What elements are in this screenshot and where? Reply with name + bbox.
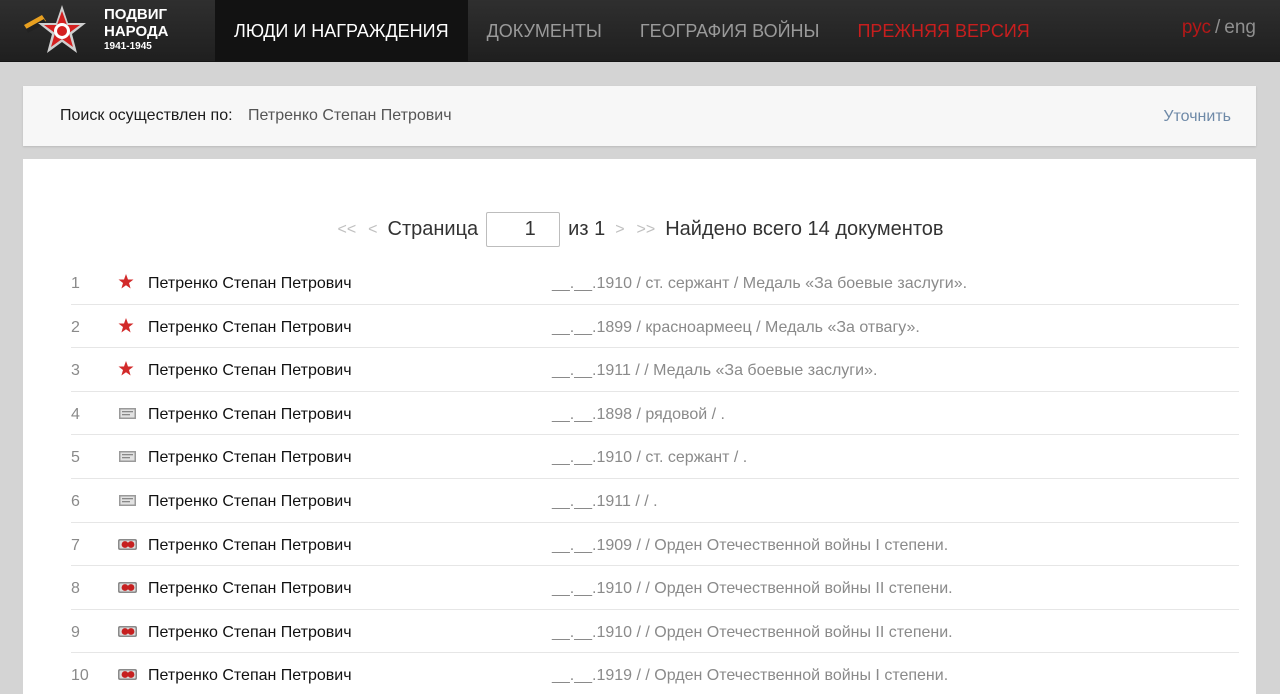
result-row[interactable]: 6 Петренко Степан Петрович __.__.1911 / … xyxy=(71,479,1239,523)
result-row[interactable]: 2 Петренко Степан Петрович __.__.1899 / … xyxy=(71,305,1239,349)
person-name[interactable]: Петренко Степан Петрович xyxy=(148,319,352,337)
row-number: 2 xyxy=(71,318,80,336)
order-icon xyxy=(117,665,139,683)
person-name[interactable]: Петренко Степан Петрович xyxy=(148,537,352,555)
document-icon xyxy=(117,404,139,422)
logo-line-2: НАРОДА xyxy=(104,23,169,40)
row-number: 4 xyxy=(71,405,80,423)
record-info: __.__.1910 / / Орден Отечественной войны… xyxy=(552,623,953,641)
refine-search-link[interactable]: Уточнить xyxy=(1163,108,1231,126)
lang-separator: / xyxy=(1215,17,1221,38)
found-count: Найдено всего 14 документов xyxy=(665,218,944,240)
record-info: __.__.1911 / / Медаль «За боевые заслуги… xyxy=(552,362,878,380)
result-row[interactable]: 3 Петренко Степан Петрович __.__.1911 / … xyxy=(71,348,1239,392)
next-page-button[interactable]: > xyxy=(615,221,624,239)
person-name[interactable]: Петренко Степан Петрович xyxy=(148,624,352,642)
record-info: __.__.1919 / / Орден Отечественной войны… xyxy=(552,667,949,685)
lang-en[interactable]: eng xyxy=(1224,17,1256,38)
star-icon xyxy=(117,360,139,378)
top-navigation-bar: ПОДВИГ НАРОДА 1941-1945 ЛЮДИ И НАГРАЖДЕН… xyxy=(0,0,1280,62)
site-logo[interactable]: ПОДВИГ НАРОДА 1941-1945 xyxy=(22,3,192,59)
row-number: 5 xyxy=(71,449,80,467)
row-number: 3 xyxy=(71,362,80,380)
last-page-button[interactable]: >> xyxy=(637,221,656,239)
first-page-button[interactable]: << xyxy=(337,221,356,239)
order-star-logo-icon xyxy=(24,5,86,53)
search-query-value: Петренко Степан Петрович xyxy=(248,107,452,124)
person-name[interactable]: Петренко Степан Петрович xyxy=(148,362,352,380)
row-number: 8 xyxy=(71,580,80,598)
results-panel: << < Страница из 1 > >> Найдено всего 14… xyxy=(23,159,1256,694)
order-icon xyxy=(117,578,139,596)
person-name[interactable]: Петренко Степан Петрович xyxy=(148,580,352,598)
star-icon xyxy=(117,273,139,291)
prev-page-button[interactable]: < xyxy=(368,221,377,239)
result-row[interactable]: 8 Петренко Степан Петрович __.__.1910 / … xyxy=(71,566,1239,610)
pagination: << < Страница из 1 > >> Найдено всего 14… xyxy=(23,212,1256,247)
record-info: __.__.1910 / ст. сержант / . xyxy=(552,449,748,467)
nav-old-version[interactable]: ПРЕЖНЯЯ ВЕРСИЯ xyxy=(838,0,1048,62)
result-row[interactable]: 7 Петренко Степан Петрович __.__.1909 / … xyxy=(71,523,1239,567)
row-number: 1 xyxy=(71,275,80,292)
row-number: 9 xyxy=(71,623,80,641)
language-switcher: рус / eng xyxy=(1182,17,1256,39)
record-info: __.__.1911 / / . xyxy=(552,492,658,510)
page-number-input[interactable] xyxy=(486,212,561,247)
logo-years: 1941-1945 xyxy=(104,41,152,52)
page-of-total: из 1 xyxy=(568,218,606,240)
logo-text: ПОДВИГ НАРОДА 1941-1945 xyxy=(104,6,168,53)
person-name[interactable]: Петренко Степан Петрович xyxy=(148,275,352,293)
result-row[interactable]: 10 Петренко Степан Петрович __.__.1919 /… xyxy=(71,653,1239,694)
lang-ru[interactable]: рус xyxy=(1182,17,1211,38)
record-info: __.__.1898 / рядовой / . xyxy=(552,405,725,423)
person-name[interactable]: Петренко Степан Петрович xyxy=(148,406,352,424)
record-info: __.__.1910 / ст. сержант / Медаль «За бо… xyxy=(552,275,968,292)
logo-line-1: ПОДВИГ xyxy=(104,6,168,23)
result-row[interactable]: 5 Петренко Степан Петрович __.__.1910 / … xyxy=(71,435,1239,479)
nav-people-awards[interactable]: ЛЮДИ И НАГРАЖДЕНИЯ xyxy=(215,0,468,62)
result-row[interactable]: 9 Петренко Степан Петрович __.__.1910 / … xyxy=(71,610,1239,654)
order-icon xyxy=(117,535,139,553)
document-icon xyxy=(117,491,139,509)
person-name[interactable]: Петренко Степан Петрович xyxy=(148,667,352,685)
record-info: __.__.1899 / красноармеец / Медаль «За о… xyxy=(552,318,920,336)
result-row[interactable]: 4 Петренко Степан Петрович __.__.1898 / … xyxy=(71,392,1239,436)
nav-war-geography[interactable]: ГЕОГРАФИЯ ВОЙНЫ xyxy=(621,0,839,62)
person-name[interactable]: Петренко Степан Петрович xyxy=(148,493,352,511)
row-number: 6 xyxy=(71,492,80,510)
results-list: 1 Петренко Степан Петрович __.__.1910 / … xyxy=(71,261,1239,694)
person-name[interactable]: Петренко Степан Петрович xyxy=(148,449,352,467)
page-word: Страница xyxy=(387,218,479,240)
star-icon xyxy=(117,317,139,335)
record-info: __.__.1909 / / Орден Отечественной войны… xyxy=(552,536,949,554)
row-number: 7 xyxy=(71,536,80,554)
order-icon xyxy=(117,622,139,640)
main-nav: ЛЮДИ И НАГРАЖДЕНИЯ ДОКУМЕНТЫ ГЕОГРАФИЯ В… xyxy=(215,0,1049,62)
search-summary-panel: Поиск осуществлен по: Петренко Степан Пе… xyxy=(23,86,1256,146)
record-info: __.__.1910 / / Орден Отечественной войны… xyxy=(552,580,953,598)
document-icon xyxy=(117,447,139,465)
search-label: Поиск осуществлен по: xyxy=(60,107,233,124)
row-number: 10 xyxy=(71,667,89,685)
result-row[interactable]: 1 Петренко Степан Петрович __.__.1910 / … xyxy=(71,261,1239,305)
nav-documents[interactable]: ДОКУМЕНТЫ xyxy=(468,0,621,62)
